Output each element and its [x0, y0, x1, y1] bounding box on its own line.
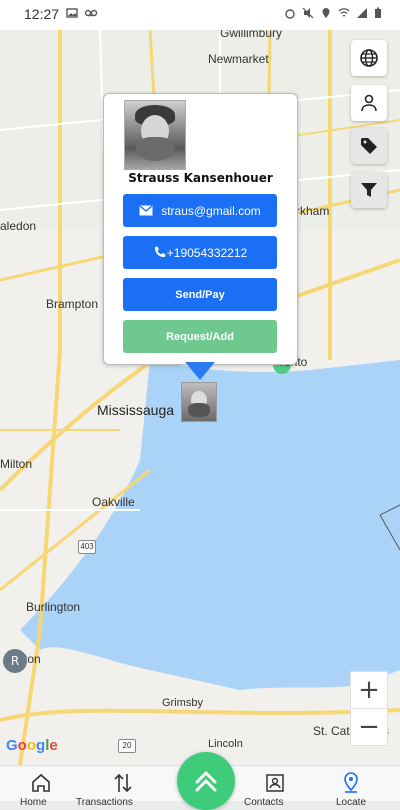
map-label-grimsby: Grimsby — [162, 697, 203, 709]
person-icon — [361, 94, 377, 112]
contact-map-marker[interactable] — [181, 382, 217, 422]
filter-icon — [361, 183, 377, 197]
email-text: straus@gmail.com — [161, 203, 261, 218]
send-pay-button[interactable]: Send/Pay — [123, 278, 277, 311]
nav-home-label: Home — [20, 797, 47, 808]
status-notification-icons — [66, 7, 98, 19]
google-logo: Google — [6, 737, 58, 754]
map-label-gwillimbury: Gwillimbury — [220, 30, 283, 40]
user-avatar[interactable]: R — [3, 649, 27, 673]
map-label-caledon: aledon — [0, 219, 37, 233]
tag-button[interactable] — [351, 128, 387, 164]
transactions-icon — [114, 773, 132, 793]
phone-icon — [154, 246, 166, 258]
map-label-newmarket: Newmarket — [208, 52, 269, 66]
mail-icon — [139, 205, 153, 216]
status-bar: 12:27 — [0, 0, 400, 30]
zoom-out-label: − — [358, 712, 380, 742]
road-shield-20: 20 — [118, 739, 136, 753]
battery-icon — [375, 7, 381, 18]
nav-locate-label: Locate — [336, 797, 367, 808]
email-button[interactable]: straus@gmail.com — [123, 194, 277, 227]
filter-button[interactable] — [351, 172, 387, 208]
mute-icon — [302, 7, 314, 19]
map-label-oakville: Oakville — [92, 495, 135, 509]
double-chevron-up-icon — [195, 771, 217, 792]
home-icon — [32, 773, 50, 792]
globe-icon — [360, 49, 378, 67]
nav-transactions-label: Transactions — [76, 797, 133, 808]
map-pin-icon — [344, 772, 358, 793]
map-label-lincoln: Lincoln — [208, 738, 243, 750]
globe-button[interactable] — [351, 40, 387, 76]
nav-transactions[interactable] — [108, 770, 138, 796]
contact-name: Strauss Kansenhouer — [128, 171, 273, 185]
road-shield-403: 403 — [78, 540, 96, 554]
contact-popup: Strauss Kansenhouer straus@gmail.com +19… — [103, 93, 298, 365]
nav-contacts-label: Contacts — [244, 797, 284, 808]
wifi-icon — [338, 8, 350, 17]
alarm-icon — [285, 9, 295, 19]
tag-icon — [361, 138, 377, 154]
phone-button[interactable]: +19054332212 — [123, 236, 277, 269]
zoom-in-button[interactable]: + — [350, 671, 388, 709]
contact-photo — [124, 100, 186, 170]
expand-menu-button[interactable] — [177, 752, 235, 810]
image-icon — [66, 8, 78, 18]
request-add-button[interactable]: Request/Add — [123, 320, 277, 353]
nav-locate[interactable] — [336, 770, 366, 796]
zoom-in-label: + — [358, 675, 380, 705]
contacts-icon — [266, 774, 284, 792]
nav-contacts[interactable] — [260, 770, 290, 796]
user-avatar-initial: R — [10, 654, 20, 668]
map-label-markham: rkham — [296, 204, 330, 218]
nav-home[interactable] — [26, 770, 56, 796]
map-label-mississauga: Mississauga — [97, 402, 175, 418]
phone-text: +19054332212 — [166, 245, 248, 260]
map-label-milton: Milton — [0, 457, 33, 471]
signal-icon — [357, 8, 367, 18]
location-icon — [322, 8, 330, 18]
map-label-brampton: Brampton — [46, 297, 99, 311]
profile-button[interactable] — [351, 85, 387, 121]
send-pay-label: Send/Pay — [175, 288, 225, 301]
status-time: 12:27 — [24, 6, 60, 22]
zoom-out-button[interactable]: − — [350, 708, 388, 746]
request-add-label: Request/Add — [166, 330, 234, 343]
voicemail-icon — [84, 9, 98, 17]
map-label-burlington: Burlington — [26, 600, 81, 614]
popup-pointer — [185, 362, 215, 380]
status-system-icons — [284, 7, 382, 19]
